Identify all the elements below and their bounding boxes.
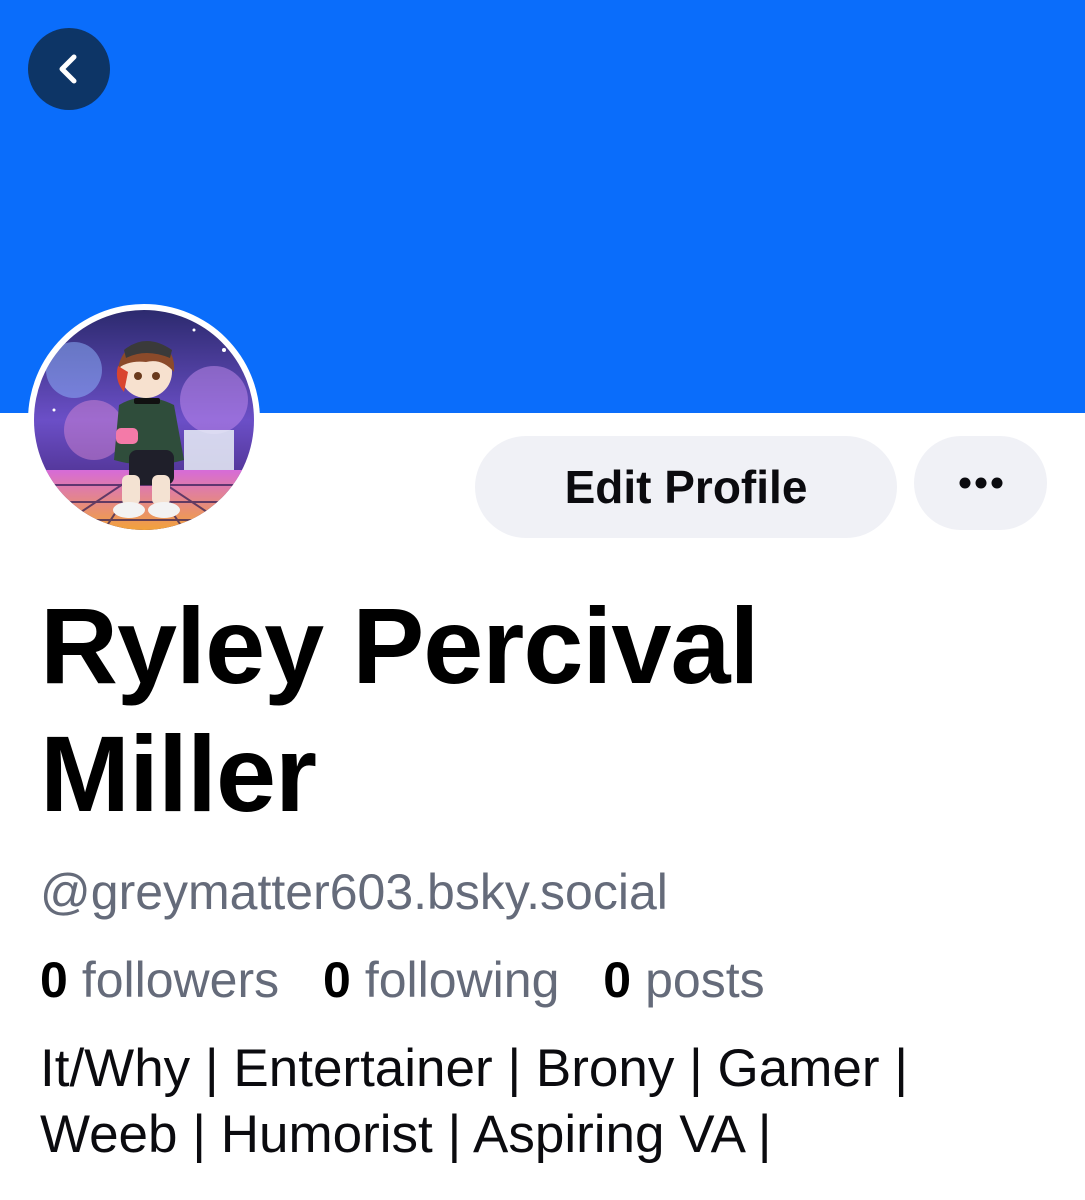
more-options-button[interactable] bbox=[914, 436, 1047, 530]
profile-page: Edit Profile Ryley Percival Miller @grey… bbox=[0, 0, 1085, 1200]
following-stat[interactable]: 0 following bbox=[323, 952, 559, 1008]
following-label: following bbox=[364, 952, 560, 1008]
back-button[interactable] bbox=[28, 28, 110, 110]
posts-stat: 0 posts bbox=[603, 952, 764, 1008]
avatar bbox=[34, 310, 254, 530]
followers-label: followers bbox=[81, 952, 280, 1008]
more-horizontal-icon bbox=[959, 477, 1002, 489]
profile-bio: It/Why | Entertainer | Brony | Gamer | W… bbox=[40, 1039, 909, 1164]
profile-stats: 0 followers 0 following 0 posts bbox=[40, 950, 795, 1010]
chevron-left-icon bbox=[59, 54, 77, 84]
display-name: Ryley Percival Miller bbox=[40, 585, 760, 834]
edit-profile-label: Edit Profile bbox=[564, 461, 808, 513]
following-count: 0 bbox=[323, 952, 351, 1008]
avatar-frame[interactable] bbox=[28, 304, 260, 536]
followers-stat[interactable]: 0 followers bbox=[40, 952, 279, 1008]
profile-handle: @greymatter603.bsky.social bbox=[40, 864, 668, 920]
posts-count: 0 bbox=[603, 952, 632, 1008]
followers-count: 0 bbox=[40, 952, 68, 1008]
edit-profile-button[interactable]: Edit Profile bbox=[475, 436, 897, 538]
posts-label: posts bbox=[645, 952, 765, 1008]
